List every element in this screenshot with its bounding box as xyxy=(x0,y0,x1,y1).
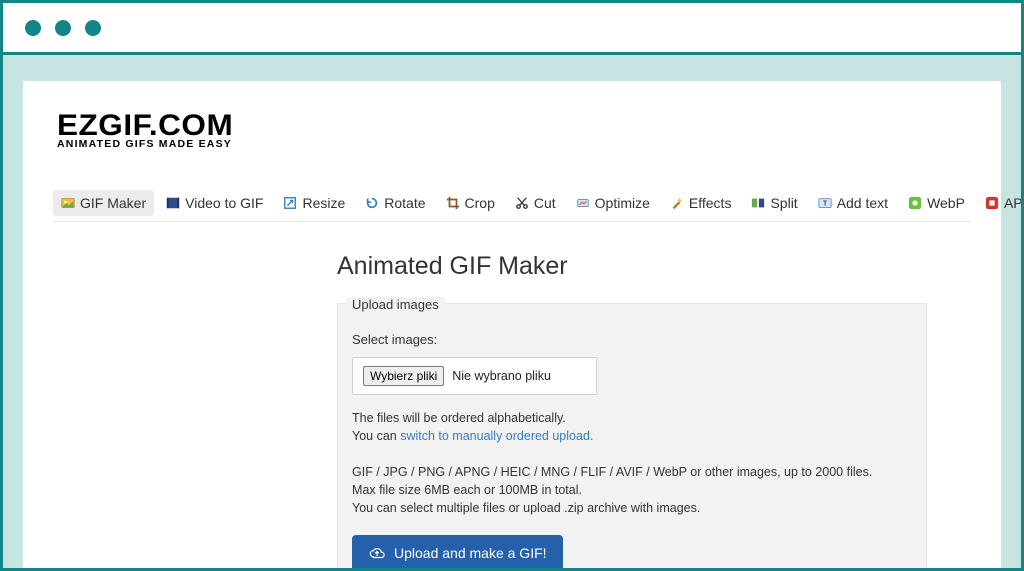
formats-line-2: Max file size 6MB each or 100MB in total… xyxy=(352,483,582,497)
resize-icon xyxy=(283,196,297,210)
nav-label: Add text xyxy=(837,195,888,211)
nav-apng[interactable]: APNG xyxy=(977,190,1021,216)
formats-line-3: You can select multiple files or upload … xyxy=(352,501,700,515)
select-images-label: Select images: xyxy=(352,332,912,347)
gif-maker-icon xyxy=(61,196,75,210)
page: EZGIF.COM ANIMATED GIFS MADE EASY GIF Ma… xyxy=(23,81,1001,568)
nav-label: APNG xyxy=(1004,195,1021,211)
nav-rotate[interactable]: Rotate xyxy=(357,190,433,216)
main-content: Animated GIF Maker Upload images Select … xyxy=(337,252,971,569)
nav-label: GIF Maker xyxy=(80,195,146,211)
webp-icon xyxy=(908,196,922,210)
nav-effects[interactable]: Effects xyxy=(662,190,740,216)
upload-hint: The files will be ordered alphabetically… xyxy=(352,409,912,445)
upload-button[interactable]: Upload and make a GIF! xyxy=(352,535,563,568)
split-icon xyxy=(751,196,765,210)
upload-button-label: Upload and make a GIF! xyxy=(394,545,547,561)
page-title: Animated GIF Maker xyxy=(337,252,971,281)
nav-webp[interactable]: WebP xyxy=(900,190,973,216)
file-status-text: Nie wybrano pliku xyxy=(452,369,551,383)
window-dot xyxy=(25,20,41,36)
nav-label: Crop xyxy=(465,195,495,211)
nav-video-to-gif[interactable]: Video to GIF xyxy=(158,190,271,216)
upload-panel: Upload images Select images: Wybierz pli… xyxy=(337,303,927,569)
svg-text:T: T xyxy=(823,200,828,207)
nav-optimize[interactable]: Optimize xyxy=(568,190,658,216)
nav-label: Optimize xyxy=(595,195,650,211)
nav-label: WebP xyxy=(927,195,965,211)
formats-info: GIF / JPG / PNG / APNG / HEIC / MNG / FL… xyxy=(352,463,912,517)
nav-label: Cut xyxy=(534,195,556,211)
cloud-upload-icon xyxy=(368,546,386,560)
viewport: EZGIF.COM ANIMATED GIFS MADE EASY GIF Ma… xyxy=(3,55,1021,568)
hint-line-2-prefix: You can xyxy=(352,429,400,443)
site-logo[interactable]: EZGIF.COM ANIMATED GIFS MADE EASY xyxy=(53,81,971,150)
formats-line-1: GIF / JPG / PNG / APNG / HEIC / MNG / FL… xyxy=(352,465,872,479)
add-text-icon: T xyxy=(818,196,832,210)
nav-label: Effects xyxy=(689,195,732,211)
nav-crop[interactable]: Crop xyxy=(438,190,503,216)
browser-mock-frame: EZGIF.COM ANIMATED GIFS MADE EASY GIF Ma… xyxy=(0,0,1024,571)
browser-titlebar xyxy=(3,3,1021,55)
nav-label: Rotate xyxy=(384,195,425,211)
nav-label: Video to GIF xyxy=(185,195,263,211)
optimize-icon xyxy=(576,196,590,210)
crop-icon xyxy=(446,196,460,210)
nav-add-text[interactable]: T Add text xyxy=(810,190,896,216)
window-dot xyxy=(85,20,101,36)
panel-legend: Upload images xyxy=(346,297,445,312)
hint-line-1: The files will be ordered alphabetically… xyxy=(352,411,566,425)
window-dot xyxy=(55,20,71,36)
nav-gif-maker[interactable]: GIF Maker xyxy=(53,190,154,216)
video-icon xyxy=(166,196,180,210)
file-input[interactable]: Wybierz pliki Nie wybrano pliku xyxy=(352,357,597,395)
cut-icon xyxy=(515,196,529,210)
main-nav: GIF Maker Video to GIF Resize Rotate Crop Cut… xyxy=(53,190,971,222)
choose-files-button[interactable]: Wybierz pliki xyxy=(363,366,444,386)
rotate-icon xyxy=(365,196,379,210)
nav-label: Split xyxy=(770,195,797,211)
switch-order-link[interactable]: switch to manually ordered upload. xyxy=(400,429,593,443)
effects-icon xyxy=(670,196,684,210)
nav-label: Resize xyxy=(302,195,345,211)
nav-cut[interactable]: Cut xyxy=(507,190,564,216)
apng-icon xyxy=(985,196,999,210)
nav-split[interactable]: Split xyxy=(743,190,805,216)
logo-text-main: EZGIF.COM xyxy=(57,111,1017,141)
nav-resize[interactable]: Resize xyxy=(275,190,353,216)
